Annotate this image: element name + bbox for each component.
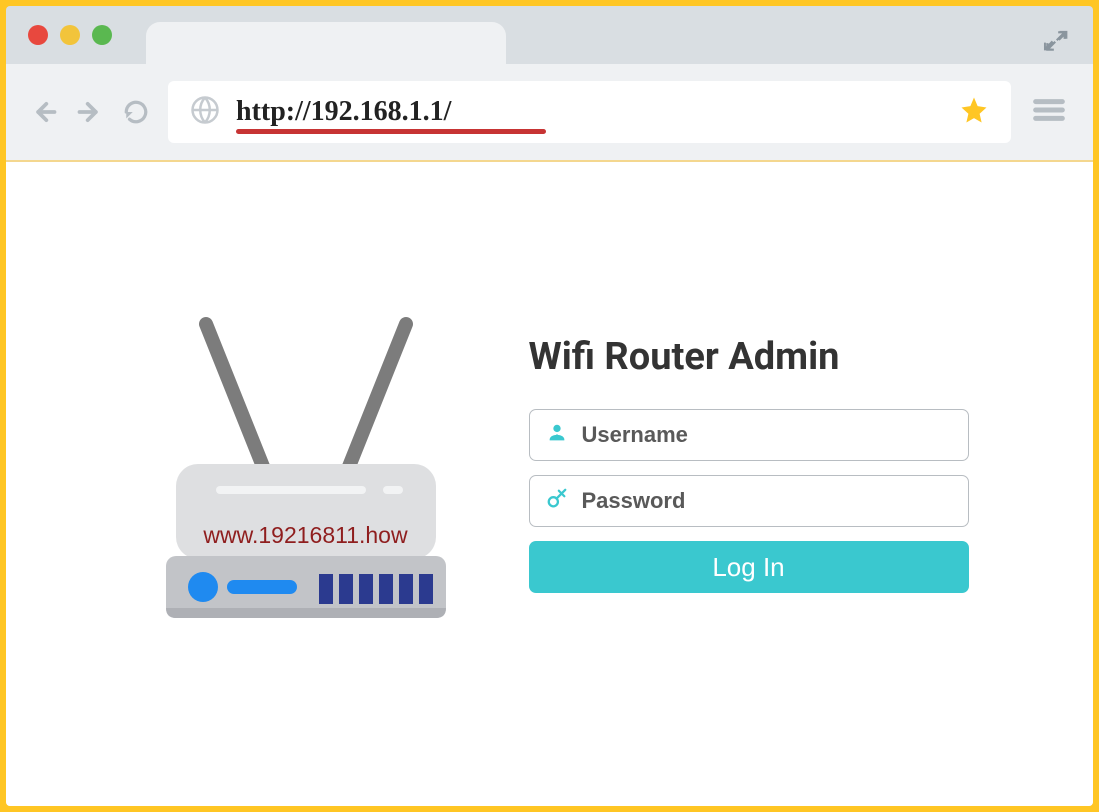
browser-window: http://192.168.1.1/ <box>6 6 1093 806</box>
maximize-window-button[interactable] <box>92 25 112 45</box>
router-illustration: www.19216811.how <box>131 294 481 634</box>
login-panel: Wifi Router Admin Log In <box>529 335 969 593</box>
page-content: www.19216811.how Wifi Router Admin Log <box>6 162 1093 806</box>
globe-icon <box>190 95 220 129</box>
window-controls <box>28 25 112 45</box>
url-text: http://192.168.1.1/ <box>236 96 943 128</box>
hamburger-menu-icon[interactable] <box>1029 90 1069 134</box>
router-icon <box>131 294 481 634</box>
username-input[interactable] <box>582 422 952 448</box>
back-button[interactable] <box>30 98 58 126</box>
bookmark-star-icon[interactable] <box>959 95 989 129</box>
minimize-window-button[interactable] <box>60 25 80 45</box>
outer-frame: http://192.168.1.1/ <box>0 0 1099 812</box>
password-input[interactable] <box>582 488 952 514</box>
url-underline <box>236 129 546 134</box>
browser-toolbar: http://192.168.1.1/ <box>6 64 1093 162</box>
browser-tab[interactable] <box>146 22 506 64</box>
address-bar[interactable]: http://192.168.1.1/ <box>168 81 1011 143</box>
tab-strip <box>6 6 1093 64</box>
url-value: http://192.168.1.1/ <box>236 96 451 127</box>
reload-button[interactable] <box>122 98 150 126</box>
password-field-wrapper[interactable] <box>529 475 969 527</box>
login-title: Wifi Router Admin <box>529 335 969 379</box>
fullscreen-icon[interactable] <box>1043 28 1069 58</box>
login-button[interactable]: Log In <box>529 541 969 593</box>
username-field-wrapper[interactable] <box>529 409 969 461</box>
close-window-button[interactable] <box>28 25 48 45</box>
forward-button[interactable] <box>76 98 104 126</box>
key-icon <box>546 488 568 514</box>
router-watermark: www.19216811.how <box>131 522 481 549</box>
user-icon <box>546 422 568 448</box>
